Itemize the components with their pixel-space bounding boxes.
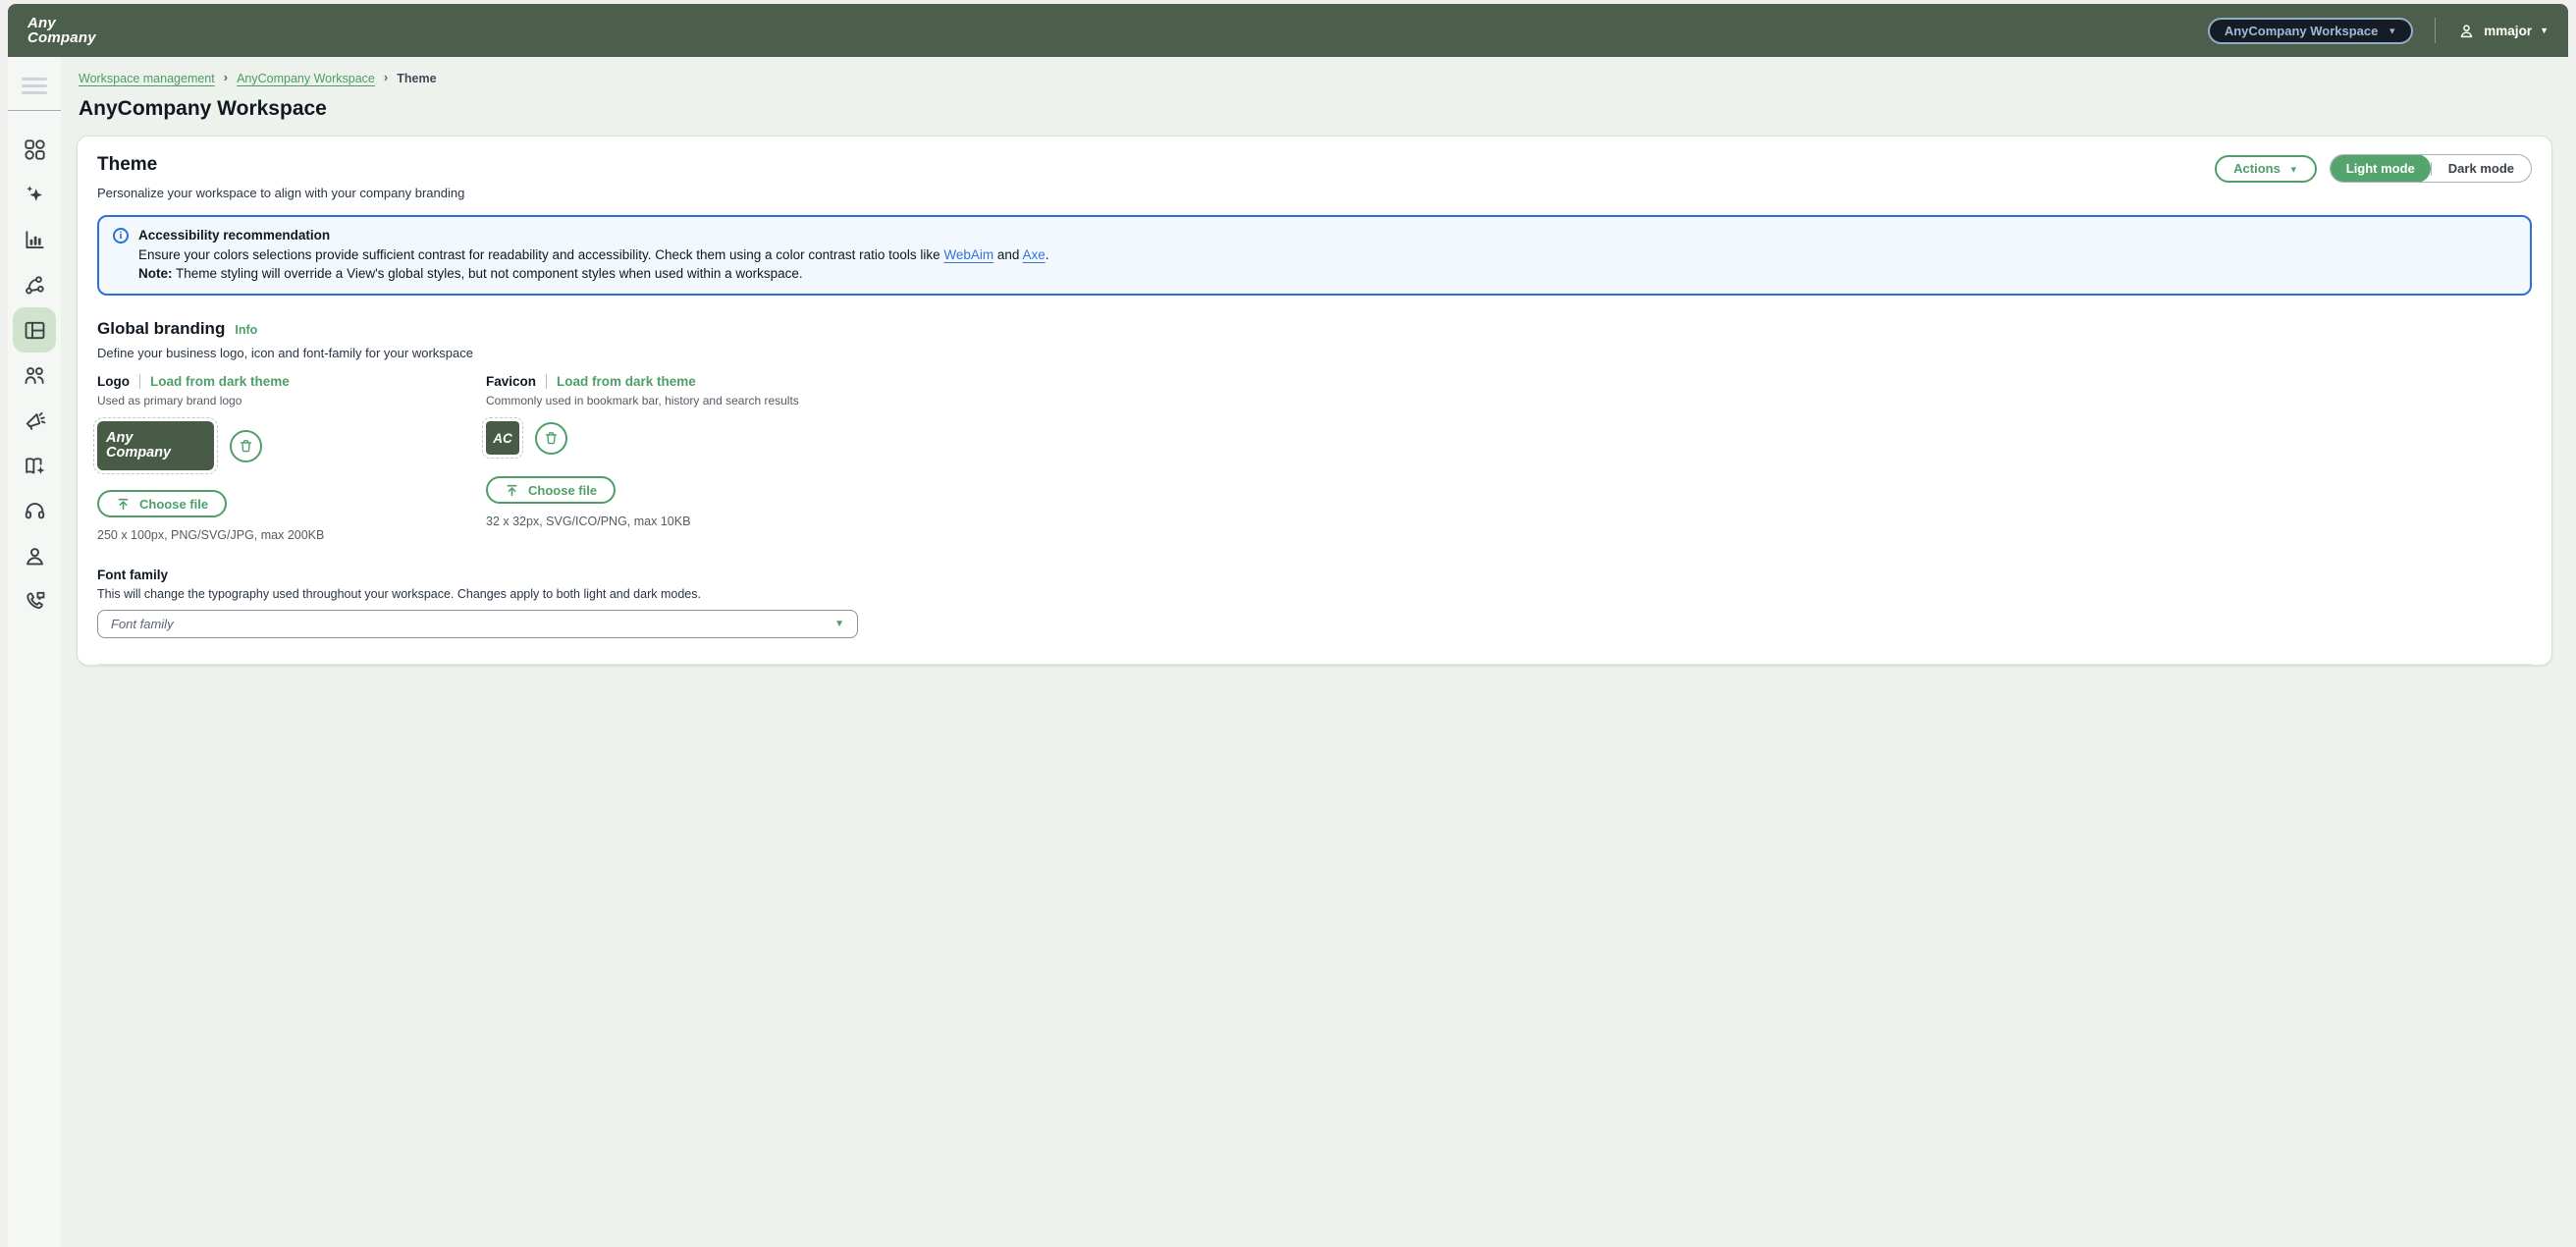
book-sparkle-icon (23, 454, 47, 478)
favicon-preview: AC (486, 421, 519, 455)
logo-line1: Any (27, 16, 96, 30)
accessibility-recommendation-banner: i Accessibility recommendation Ensure yo… (97, 215, 2532, 296)
label-divider (546, 374, 547, 389)
sidebar-divider (8, 110, 61, 111)
user-name: mmajor (2484, 24, 2532, 38)
app-header: Any Company AnyCompany Workspace ▼ mmajo… (8, 4, 2568, 57)
sidebar-nav (13, 127, 56, 624)
global-branding-info-link[interactable]: Info (235, 323, 257, 337)
user-icon (2457, 22, 2476, 40)
label-divider (139, 374, 140, 389)
breadcrumb-current-theme: Theme (397, 72, 436, 85)
font-family-section: Font family This will change the typogra… (97, 568, 2532, 638)
trash-icon (543, 430, 560, 447)
chevron-down-icon: ▼ (2289, 164, 2298, 174)
hamburger-icon (22, 78, 47, 81)
sidebar-item-layout[interactable] (13, 307, 56, 352)
headset-icon (23, 499, 47, 523)
logo-choose-file-button[interactable]: Choose file (97, 490, 227, 517)
menu-toggle-button[interactable] (22, 73, 47, 98)
user-menu[interactable]: mmajor ▼ (2457, 22, 2549, 40)
accessibility-title: Accessibility recommendation (138, 226, 1048, 245)
chevron-down-icon: ▼ (2388, 27, 2396, 36)
breadcrumb-separator-icon: › (224, 70, 228, 84)
theme-card: Theme Personalize your workspace to alig… (77, 136, 2552, 666)
sidebar-item-book-sparkle[interactable] (13, 443, 56, 488)
mode-toggle: Light mode Dark mode (2330, 154, 2532, 183)
global-branding-title: Global branding (97, 319, 225, 339)
logo-preview: Any Company (97, 421, 214, 470)
favicon-delete-button[interactable] (535, 422, 567, 455)
upload-icon (116, 497, 131, 512)
favicon-label: Favicon (486, 374, 536, 389)
phone-chat-icon (23, 589, 47, 614)
sidebar-item-person[interactable] (13, 533, 56, 578)
bar-chart-icon (23, 228, 47, 252)
trash-icon (238, 438, 254, 455)
font-family-description: This will change the typography used thr… (97, 587, 2532, 601)
info-icon: i (113, 228, 129, 244)
global-branding-subtitle: Define your business logo, icon and font… (97, 346, 2532, 360)
header-divider (2435, 18, 2436, 43)
chevron-down-icon: ▼ (2540, 26, 2549, 35)
card-section-divider (97, 664, 2532, 665)
favicon-constraints: 32 x 32px, SVG/ICO/PNG, max 10KB (486, 515, 875, 528)
sidebar (8, 57, 61, 1247)
logo-line2: Company (27, 30, 96, 45)
breadcrumb-separator-icon: › (384, 70, 388, 84)
sparkle-icon (23, 183, 47, 207)
axe-link[interactable]: Axe (1022, 247, 1045, 262)
actions-label: Actions (2233, 161, 2281, 176)
main-content: Workspace management › AnyCompany Worksp… (61, 57, 2568, 1247)
favicon-load-from-dark-theme-link[interactable]: Load from dark theme (557, 374, 696, 389)
sidebar-item-megaphone[interactable] (13, 398, 56, 443)
theme-card-subtitle: Personalize your workspace to align with… (97, 186, 464, 200)
favicon-choose-file-button[interactable]: Choose file (486, 476, 616, 504)
sidebar-item-workflow-branch[interactable] (13, 262, 56, 307)
font-family-label: Font family (97, 568, 2532, 582)
sidebar-item-headset[interactable] (13, 488, 56, 533)
favicon-section: Favicon Load from dark theme Commonly us… (486, 374, 875, 542)
page-title: AnyCompany Workspace (77, 97, 2552, 121)
sidebar-item-phone-chat[interactable] (13, 578, 56, 624)
webaim-link[interactable]: WebAim (943, 247, 993, 262)
sidebar-item-bar-chart[interactable] (13, 217, 56, 262)
accessibility-line1: Ensure your colors selections provide su… (138, 245, 1048, 264)
breadcrumb-anycompany-workspace[interactable]: AnyCompany Workspace (237, 72, 375, 85)
font-family-selected-value: Font family (111, 617, 174, 631)
logo-label: Logo (97, 374, 130, 389)
favicon-description: Commonly used in bookmark bar, history a… (486, 394, 875, 407)
logo-description: Used as primary brand logo (97, 394, 486, 407)
workspace-selector-dropdown[interactable]: AnyCompany Workspace ▼ (2208, 18, 2413, 44)
logo-constraints: 250 x 100px, PNG/SVG/JPG, max 200KB (97, 528, 486, 542)
megaphone-icon (23, 408, 47, 433)
sidebar-item-users[interactable] (13, 352, 56, 398)
accessibility-note: Note: Theme styling will override a View… (138, 264, 1048, 283)
breadcrumb-workspace-management[interactable]: Workspace management (79, 72, 215, 85)
breadcrumb: Workspace management › AnyCompany Worksp… (77, 71, 2552, 85)
dark-mode-button[interactable]: Dark mode (2432, 161, 2531, 176)
workflow-branch-icon (23, 273, 47, 298)
logo-delete-button[interactable] (230, 430, 262, 462)
layout-icon (23, 318, 47, 343)
sidebar-item-dashboard-grid[interactable] (13, 127, 56, 172)
chevron-down-icon: ▼ (834, 619, 844, 629)
sidebar-item-sparkle[interactable] (13, 172, 56, 217)
workspace-selector-label: AnyCompany Workspace (2225, 24, 2379, 38)
light-mode-button[interactable]: Light mode (2331, 154, 2431, 183)
person-icon (23, 544, 47, 569)
theme-card-title: Theme (97, 154, 464, 176)
company-logo: Any Company (27, 16, 96, 46)
dashboard-grid-icon (23, 137, 47, 162)
users-icon (23, 363, 47, 388)
upload-icon (505, 483, 519, 498)
actions-dropdown-button[interactable]: Actions ▼ (2215, 155, 2317, 183)
logo-load-from-dark-theme-link[interactable]: Load from dark theme (150, 374, 290, 389)
logo-section: Logo Load from dark theme Used as primar… (97, 374, 486, 542)
font-family-select[interactable]: Font family ▼ (97, 610, 858, 638)
